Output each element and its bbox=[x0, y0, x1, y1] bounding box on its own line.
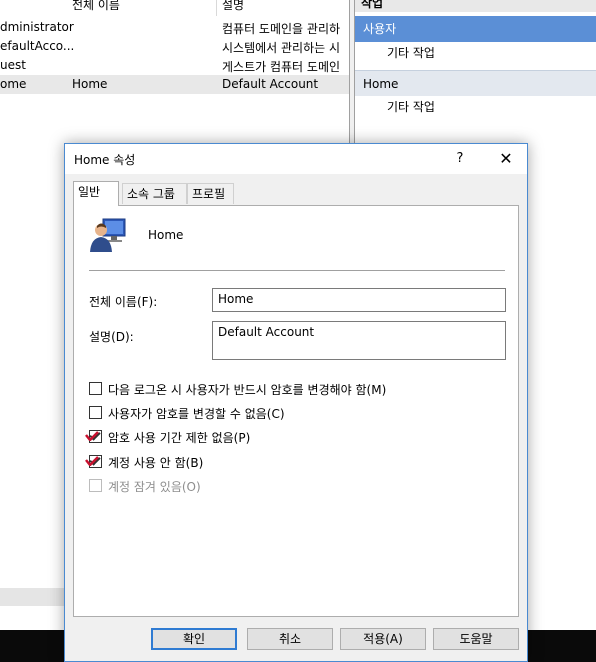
description-field[interactable]: Default Account bbox=[212, 321, 506, 360]
tab-member-of[interactable]: 소속 그룹 bbox=[122, 183, 187, 204]
user-name: Home bbox=[148, 228, 184, 242]
row-full-name: Home bbox=[72, 77, 108, 91]
ok-button[interactable]: 확인 bbox=[151, 628, 237, 650]
row-description: 게스트가 컴퓨터 도메인 bbox=[222, 60, 341, 74]
close-icon[interactable]: ✕ bbox=[489, 147, 523, 171]
row-description: Default Account bbox=[222, 77, 319, 91]
checkbox-label: 계정 잠겨 있음(O) bbox=[108, 480, 201, 494]
full-name-label: 전체 이름(F): bbox=[89, 295, 158, 309]
help-button[interactable]: 도움말 bbox=[433, 628, 519, 650]
tab-profile[interactable]: 프로필 bbox=[187, 183, 234, 204]
apply-button[interactable]: 적용(A) bbox=[340, 628, 426, 650]
table-row-selected[interactable]: ome Home Default Account bbox=[0, 75, 350, 94]
checkbox-label: 암호 사용 기간 제한 없음(P) bbox=[108, 431, 251, 445]
row-name: ome bbox=[0, 77, 27, 91]
column-header-full-name[interactable]: 전체 이름 bbox=[72, 0, 120, 14]
checkbox-label: 사용자가 암호를 변경할 수 없음(C) bbox=[108, 407, 285, 421]
user-icon bbox=[90, 218, 126, 252]
divider bbox=[89, 270, 505, 271]
checkmark-annotation-icon bbox=[85, 431, 99, 441]
checkmark-annotation-icon bbox=[85, 456, 99, 466]
properties-dialog: Home 속성 ? ✕ 일반 소속 그룹 프로필 Home 전체 이름(F): … bbox=[64, 143, 528, 662]
table-row[interactable]: uest 게스트가 컴퓨터 도메인 bbox=[0, 56, 350, 75]
actions-header: 작업 bbox=[355, 0, 596, 12]
row-description: 시스템에서 관리하는 시 bbox=[222, 41, 341, 55]
table-row[interactable]: dministrator 컴퓨터 도메인을 관리하 bbox=[0, 18, 350, 37]
row-name: dministrator bbox=[0, 20, 74, 34]
table-row[interactable]: efaultAcco... 시스템에서 관리하는 시 bbox=[0, 37, 350, 56]
checkbox-label: 계정 사용 안 함(B) bbox=[108, 456, 204, 470]
checkbox[interactable] bbox=[89, 406, 102, 419]
row-description: 컴퓨터 도메인을 관리하 bbox=[222, 22, 341, 36]
column-header-description[interactable]: 설명 bbox=[222, 0, 244, 14]
action-other-tasks[interactable]: 기타 작업 bbox=[387, 98, 435, 115]
checkbox-label: 다음 로그온 시 사용자가 반드시 암호를 변경해야 함(M) bbox=[108, 383, 387, 397]
description-label: 설명(D): bbox=[89, 330, 134, 344]
full-name-field[interactable]: Home bbox=[212, 288, 506, 312]
checkbox bbox=[89, 479, 102, 492]
dialog-title: Home 속성 bbox=[74, 153, 136, 167]
actions-section-home[interactable]: Home bbox=[355, 70, 596, 96]
action-other-tasks[interactable]: 기타 작업 bbox=[387, 44, 435, 61]
tab-general[interactable]: 일반 bbox=[73, 181, 119, 206]
checkbox[interactable] bbox=[89, 382, 102, 395]
column-separator[interactable] bbox=[216, 0, 217, 16]
cancel-button[interactable]: 취소 bbox=[247, 628, 333, 650]
help-icon[interactable]: ? bbox=[445, 147, 475, 171]
general-tab-panel: Home 전체 이름(F): Home 설명(D): Default Accou… bbox=[73, 205, 519, 617]
row-name: uest bbox=[0, 58, 26, 72]
row-name: efaultAcco... bbox=[0, 39, 75, 53]
actions-section-users[interactable]: 사용자 bbox=[355, 16, 596, 42]
dialog-title-bar[interactable]: Home 속성 ? ✕ bbox=[65, 144, 527, 174]
